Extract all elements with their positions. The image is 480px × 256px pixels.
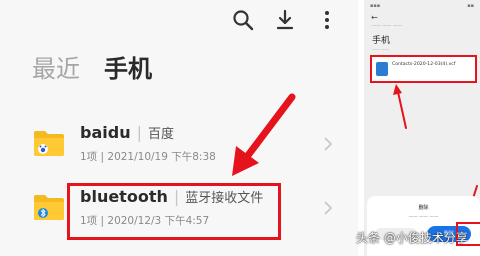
- download-icon[interactable]: [273, 8, 297, 32]
- phone-screenshot-panel: ▪▪▪ ▪▪ ← —— —— —— 手机 —— —— Contacts-2020…: [361, 0, 480, 256]
- dialog-message: —— —— ——: [408, 215, 439, 220]
- highlight-box: [67, 183, 281, 240]
- separator: |: [136, 123, 142, 142]
- chevron-right-icon: [324, 137, 333, 151]
- tab-phone[interactable]: 手机: [104, 52, 152, 86]
- folder-icon: [34, 195, 64, 220]
- row-title: baidu | 百度: [80, 123, 174, 145]
- more-vert-icon[interactable]: [315, 8, 339, 32]
- search-icon[interactable]: [231, 8, 255, 32]
- dialog-title: 删除: [418, 205, 429, 211]
- chevron-right-icon: [324, 201, 333, 215]
- file-manager-panel: 最近 手机 baidu | 百度 1项 | 2021/10/19 下午8:38 bl…: [0, 0, 358, 256]
- folder-meta: 1项 | 2021/10/19 下午8:38: [80, 151, 216, 163]
- folder-icon: [34, 131, 64, 156]
- folder-name: baidu: [80, 123, 131, 142]
- folder-description: 百度: [147, 127, 174, 142]
- tab-recent[interactable]: 最近: [32, 52, 80, 86]
- watermark: 头条 @小俊技术分享: [356, 231, 468, 245]
- list-item-baidu[interactable]: baidu | 百度 1项 | 2021/10/19 下午8:38: [0, 114, 358, 184]
